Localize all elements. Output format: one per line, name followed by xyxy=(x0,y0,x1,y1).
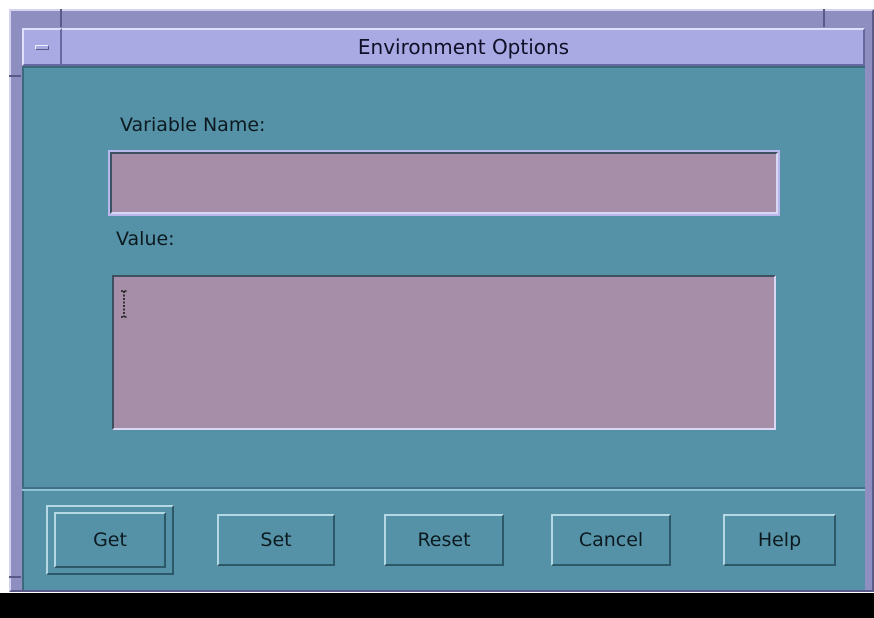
text-cursor-icon xyxy=(121,290,127,318)
variable-name-label: Variable Name: xyxy=(120,114,266,136)
variable-name-input[interactable] xyxy=(110,152,778,214)
get-button[interactable]: Get xyxy=(54,512,166,568)
value-textarea[interactable] xyxy=(112,275,776,430)
reset-button[interactable]: Reset xyxy=(384,514,504,566)
help-button[interactable]: Help xyxy=(723,514,836,566)
value-label: Value: xyxy=(116,228,175,250)
frame-resize-handle[interactable] xyxy=(9,75,21,77)
set-button[interactable]: Set xyxy=(217,514,335,566)
window-menu-button[interactable] xyxy=(22,28,62,66)
window-title: Environment Options xyxy=(357,35,570,59)
screen-bottom-band xyxy=(0,593,874,618)
frame-resize-handle[interactable] xyxy=(60,9,62,27)
frame-resize-handle[interactable] xyxy=(9,576,21,578)
button-area-separator xyxy=(22,487,865,491)
screen: Environment Options Variable Name: Value… xyxy=(0,0,874,618)
frame-resize-handle[interactable] xyxy=(823,9,825,27)
cancel-button[interactable]: Cancel xyxy=(551,514,671,566)
window-menu-icon xyxy=(35,45,49,50)
